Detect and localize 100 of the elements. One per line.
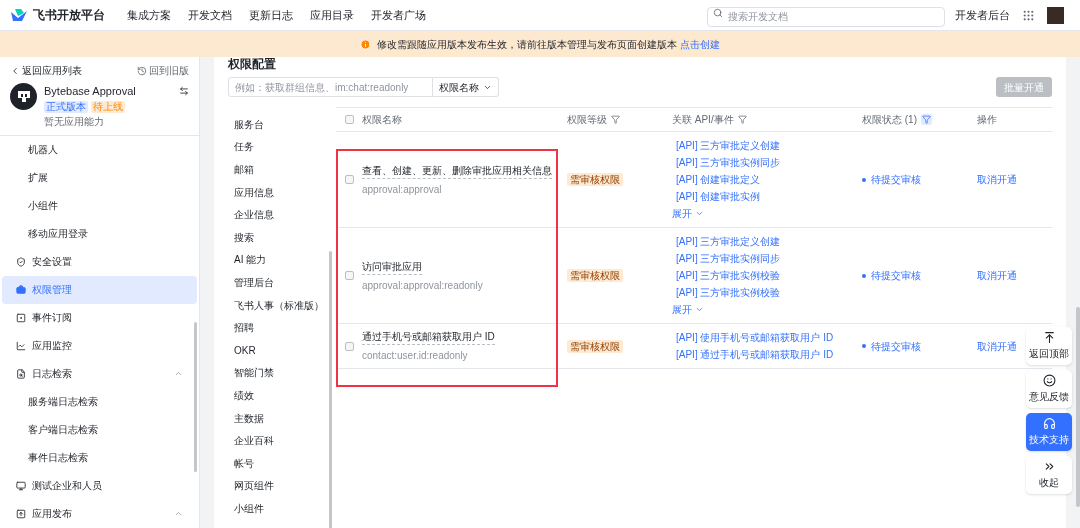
sidebar-subitem[interactable]: 事件日志检索 <box>2 443 197 472</box>
filter-icon[interactable] <box>611 115 620 124</box>
api-link[interactable]: [API] 三方审批定义创建 <box>672 233 862 250</box>
api-link[interactable]: [API] 三方审批实例校验 <box>672 284 862 301</box>
sidebar-subitem[interactable]: 机器人 <box>2 135 197 164</box>
category-item[interactable]: 智能门禁 <box>234 361 336 385</box>
file-search-icon <box>16 368 26 379</box>
app-grid-icon[interactable] <box>1022 8 1035 22</box>
filter-icon[interactable] <box>921 114 932 125</box>
category-item[interactable]: 应用信息 <box>234 180 336 204</box>
switch-icon[interactable] <box>179 86 189 97</box>
search-field[interactable]: 搜索开发文档 <box>707 6 945 27</box>
category-item[interactable]: 绩效 <box>234 384 336 407</box>
back-link[interactable]: 返回应用列表 <box>22 63 82 78</box>
search-scope-dropdown[interactable]: 权限名称 <box>433 77 499 97</box>
sidebar-subitem[interactable]: 客户端日志检索 <box>2 415 197 444</box>
create-version-link[interactable]: 点击创建 <box>680 36 720 52</box>
headset-icon <box>1042 417 1056 430</box>
category-item[interactable]: AI 能力 <box>234 248 336 272</box>
category-item[interactable]: OKR <box>234 338 336 362</box>
nav-link[interactable]: 更新日志 <box>249 6 293 24</box>
cancel-link[interactable]: 取消开通 <box>977 172 1017 187</box>
chevron-down-icon <box>695 305 704 314</box>
api-link[interactable]: [API] 通过手机号或邮箱获取用户 ID <box>672 346 862 363</box>
level-tag: 需审核权限 <box>567 173 623 186</box>
api-link[interactable]: [API] 三方审批实例同步 <box>672 154 862 171</box>
float-button[interactable]: 意见反馈 <box>1026 370 1072 408</box>
category-item[interactable]: 企业信息 <box>234 203 336 226</box>
back-to-top-icon <box>1042 331 1056 344</box>
console-link[interactable]: 开发者后台 <box>955 6 1010 24</box>
category-item[interactable]: 主数据 <box>234 406 336 430</box>
collapse-icon <box>174 369 183 378</box>
search-icon <box>713 8 723 18</box>
shield-icon <box>16 256 26 267</box>
category-item[interactable]: 搜索 <box>234 225 336 249</box>
notice-text: 修改需跟随应用版本发布生效，请前往版本管理与发布页面创建版本 <box>377 37 677 52</box>
cancel-link[interactable]: 取消开通 <box>977 268 1017 283</box>
category-item[interactable]: 招聘 <box>234 316 336 339</box>
sidebar-item[interactable]: 事件订阅 <box>2 303 197 332</box>
cancel-link[interactable]: 取消开通 <box>977 338 1017 354</box>
upload-icon <box>16 508 26 519</box>
category-item[interactable]: 企业百科 <box>234 429 336 452</box>
status-text: 待提交审核 <box>871 339 921 354</box>
collapse-icon <box>174 509 183 518</box>
line-chart-icon <box>16 340 26 351</box>
filter-icon[interactable] <box>737 115 747 124</box>
sidebar-item[interactable]: 应用发布 <box>2 499 197 528</box>
sidebar-item[interactable]: 测试企业和人员 <box>2 471 197 500</box>
expand-link[interactable]: 展开 <box>672 302 692 317</box>
column-header: 权限等级 <box>567 113 607 127</box>
sidebar-subitem[interactable]: 扩展 <box>2 163 197 192</box>
status-text: 待提交审核 <box>871 269 921 283</box>
api-link[interactable]: [API] 三方审批实例校验 <box>672 267 862 284</box>
select-all-checkbox[interactable] <box>344 115 354 124</box>
history-icon <box>137 65 147 76</box>
row-checkbox[interactable] <box>344 271 354 280</box>
sidebar-item[interactable]: 日志检索 <box>2 359 197 388</box>
permission-scope: approval:approval:readonly <box>362 278 483 293</box>
permission-name: 访问审批应用 <box>362 258 422 275</box>
category-item[interactable]: 帐号 <box>234 451 336 475</box>
user-avatar[interactable] <box>1047 6 1064 24</box>
logo-icon <box>10 8 28 22</box>
nav-link[interactable]: 开发文档 <box>188 6 232 24</box>
sidebar-item[interactable]: 安全设置 <box>2 247 197 276</box>
category-item[interactable]: 网页组件 <box>234 474 336 498</box>
sidebar-item[interactable]: 权限管理 <box>2 275 197 304</box>
row-checkbox[interactable] <box>344 175 354 184</box>
permission-search-field[interactable]: 例如：获取群组信息、im:chat:readonly <box>228 77 433 97</box>
nav-link[interactable]: 集成方案 <box>127 6 171 24</box>
api-link[interactable]: [API] 创建审批实例 <box>672 188 862 205</box>
category-item[interactable]: 管理后台 <box>234 271 336 294</box>
category-item[interactable]: 飞书人事（标准版） <box>234 293 336 317</box>
category-item[interactable]: 服务台 <box>234 113 336 136</box>
scrollbar[interactable] <box>194 322 197 472</box>
category-item[interactable]: 小组件 <box>234 497 336 520</box>
status-text: 待提交审核 <box>871 173 921 187</box>
api-link[interactable]: [API] 创建审批定义 <box>672 171 862 188</box>
old-version-link[interactable]: 回到旧版 <box>149 63 189 78</box>
float-button[interactable]: 返回顶部 <box>1026 327 1072 365</box>
category-item[interactable]: 邮箱 <box>234 158 336 181</box>
platform-logo-text[interactable]: 飞书开放平台 <box>33 6 105 24</box>
level-tag: 需审核权限 <box>567 339 623 353</box>
expand-link[interactable]: 展开 <box>672 206 692 221</box>
nav-link[interactable]: 开发者广场 <box>371 6 426 24</box>
page-scrollbar[interactable] <box>1076 307 1080 507</box>
api-link[interactable]: [API] 三方审批定义创建 <box>672 137 862 154</box>
permission-scope: approval:approval <box>362 182 442 197</box>
column-header: 操作 <box>977 113 997 127</box>
category-scrollbar[interactable] <box>329 251 332 528</box>
api-link[interactable]: [API] 使用手机号或邮箱获取用户 ID <box>672 329 862 346</box>
sidebar-subitem[interactable]: 服务端日志检索 <box>2 387 197 416</box>
row-checkbox[interactable] <box>344 341 354 351</box>
float-button[interactable]: 技术支持 <box>1026 413 1072 451</box>
category-item[interactable]: 任务 <box>234 135 336 159</box>
nav-link[interactable]: 应用目录 <box>310 6 354 24</box>
sidebar-subitem[interactable]: 小组件 <box>2 191 197 220</box>
sidebar-subitem[interactable]: 移动应用登录 <box>2 219 197 248</box>
sidebar-item[interactable]: 应用监控 <box>2 331 197 360</box>
float-button[interactable]: 收起 <box>1026 456 1072 494</box>
api-link[interactable]: [API] 三方审批实例同步 <box>672 250 862 267</box>
